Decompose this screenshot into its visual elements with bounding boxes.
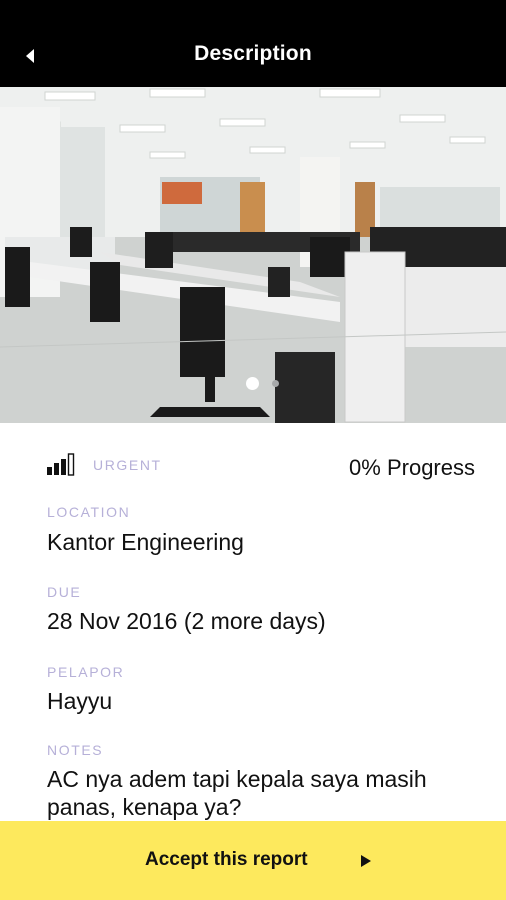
carousel-dot[interactable] (272, 380, 279, 387)
progress-status: 0% Progress (349, 455, 475, 480)
location-label: LOCATION (47, 504, 131, 520)
office-photo (0, 87, 506, 423)
play-arrow-icon (361, 855, 371, 867)
accept-report-label: Accept this report (145, 849, 308, 870)
carousel-indicator (0, 377, 506, 391)
status-row: URGENT 0% Progress (47, 450, 477, 480)
due-value: 28 Nov 2016 (2 more days) (47, 608, 326, 634)
page-title: Description (194, 42, 312, 65)
reporter-value: Hayyu (47, 688, 113, 714)
notes-label: NOTES (47, 742, 104, 758)
carousel-dot-active[interactable] (246, 377, 259, 390)
app-header: Description (0, 0, 506, 87)
signal-bars-icon (47, 453, 75, 476)
accept-report-button[interactable]: Accept this report (0, 821, 506, 900)
priority-badge: URGENT (93, 457, 162, 473)
due-label: DUE (47, 584, 82, 600)
location-value: Kantor Engineering (47, 529, 244, 555)
reporter-label: PELAPOR (47, 664, 125, 680)
notes-value: AC nya adem tapi kepala saya masih panas… (47, 766, 427, 820)
photo-carousel[interactable] (0, 87, 506, 423)
